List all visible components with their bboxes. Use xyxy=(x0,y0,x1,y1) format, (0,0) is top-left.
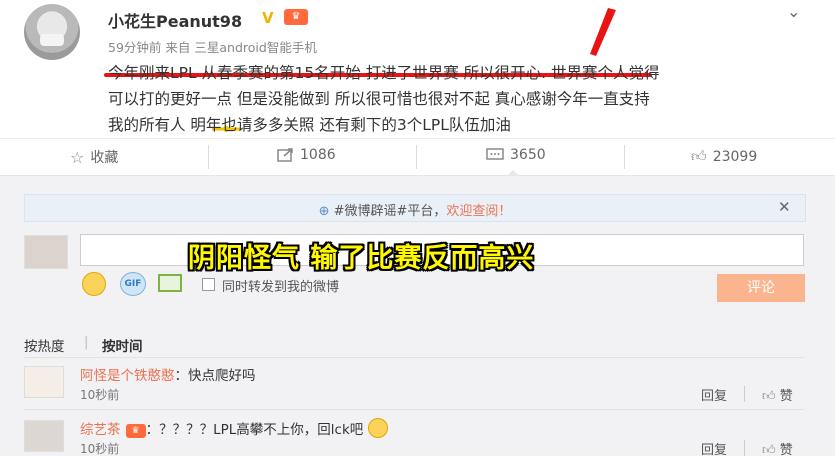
comment-row: 综艺茶 ♛ ：？？？？LPL高攀不上你，回lck吧 xyxy=(80,418,389,438)
comment-like-label: 赞 xyxy=(779,389,793,404)
divider xyxy=(24,409,804,410)
repost-button[interactable]: 1086 xyxy=(277,147,336,163)
close-icon[interactable]: ✕ xyxy=(778,198,791,216)
image-icon[interactable] xyxy=(158,274,182,292)
reply-button[interactable]: 回复 xyxy=(701,439,727,458)
comment-count: 3650 xyxy=(510,147,546,163)
user-avatar[interactable] xyxy=(24,4,80,60)
post-line: 今年刚来LPL 从春季赛的第15名开始 打进了世界赛 所以很开心. 世界赛个人觉… xyxy=(108,64,660,82)
vip-badge-icon: ♛ xyxy=(284,9,308,25)
post-body: 今年刚来LPL 从春季赛的第15名开始 打进了世界赛 所以很开心. 世界赛个人觉… xyxy=(108,60,808,138)
star-icon: ☆ xyxy=(70,147,85,167)
thumbs-up-icon: 👍︎ xyxy=(691,147,707,165)
caret-down-icon[interactable]: ⌄ xyxy=(787,2,800,21)
comment-text: ：？？？？LPL高攀不上你，回lck吧 xyxy=(145,422,364,438)
submit-comment-button[interactable]: 评论 xyxy=(717,274,805,302)
smile-emoji-icon xyxy=(368,418,389,438)
post-username[interactable]: 小花生Peanut98 xyxy=(108,8,242,32)
sort-divider: | xyxy=(84,335,89,350)
annotation-arrow-icon xyxy=(590,8,616,56)
current-user-avatar xyxy=(24,235,68,269)
comment-author[interactable]: 阿怪是个铁憨憨 xyxy=(80,368,175,384)
emoji-icon[interactable] xyxy=(82,272,106,296)
via-label: 来自 xyxy=(165,40,191,55)
comment-text: ：快点爬好吗 xyxy=(174,368,256,384)
comment-avatar[interactable] xyxy=(24,366,64,398)
like-count: 23099 xyxy=(712,148,758,165)
comment-author[interactable]: 综艺茶 xyxy=(80,422,121,438)
notice-link[interactable]: 欢迎查阅！ xyxy=(446,204,511,219)
comment-like-button[interactable]: 👍︎ 赞 xyxy=(762,439,793,458)
comment-row: 阿怪是个铁憨憨：快点爬好吗 xyxy=(80,364,256,384)
rumor-notice-bar[interactable]: ⊕ #微博辟谣#平台，欢迎查阅！ xyxy=(24,194,806,222)
reply-button[interactable]: 回复 xyxy=(701,385,727,404)
post-line: 可以打的更好一点 但是没能做到 所以很可惜也很对不起 真心感谢今年一直支持 xyxy=(108,90,650,108)
repost-checkbox[interactable] xyxy=(202,278,215,291)
vip-badge-icon: ♛ xyxy=(125,424,146,438)
repost-checkbox-label: 同时转发到我的微博 xyxy=(222,280,340,295)
comment-time[interactable]: 10秒前 xyxy=(80,386,119,403)
notice-prefix: #微博辟谣#平台， xyxy=(333,204,447,219)
overlay-caption: 阴阳怪气 输了比赛反而高兴 xyxy=(188,243,535,274)
like-button[interactable]: 👍︎ 23099 xyxy=(691,147,757,166)
divider xyxy=(24,357,804,358)
post-device[interactable]: 三星android智能手机 xyxy=(194,40,316,55)
favorite-label: 收藏 xyxy=(90,150,119,166)
repost-count: 1086 xyxy=(300,147,336,163)
post-action-bar: ☆ 收藏 1086 3650 👍︎ 23099 xyxy=(0,138,835,176)
sort-by-time-tab[interactable]: 按时间 xyxy=(102,335,143,355)
notice-icon: ⊕ xyxy=(318,204,330,219)
favorite-button[interactable]: ☆ 收藏 xyxy=(70,147,118,167)
comment-time[interactable]: 10秒前 xyxy=(80,440,119,457)
post-time[interactable]: 59分钟前 xyxy=(108,40,161,55)
post-meta: 59分钟前 来自 三星android智能手机 xyxy=(108,37,317,56)
comment-avatar[interactable] xyxy=(24,420,64,452)
post-line: 我的所有人 明年也请多多关照 还有剩下的3个LPL队伍加油 xyxy=(108,116,511,134)
notice-text: ⊕ #微博辟谣#平台，欢迎查阅！ xyxy=(25,200,805,219)
comment-button[interactable]: 3650 xyxy=(486,147,546,163)
thumbs-up-icon: 👍︎ xyxy=(762,389,776,404)
gif-icon[interactable]: GIF xyxy=(120,272,146,296)
comment-like-button[interactable]: 👍︎ 赞 xyxy=(762,385,793,404)
action-separator xyxy=(744,440,745,456)
action-separator xyxy=(744,386,745,402)
verified-v-badge: V xyxy=(262,9,274,27)
sort-by-hot-tab[interactable]: 按热度 xyxy=(24,335,65,355)
comment-icon xyxy=(486,148,504,160)
repost-icon xyxy=(277,148,293,162)
